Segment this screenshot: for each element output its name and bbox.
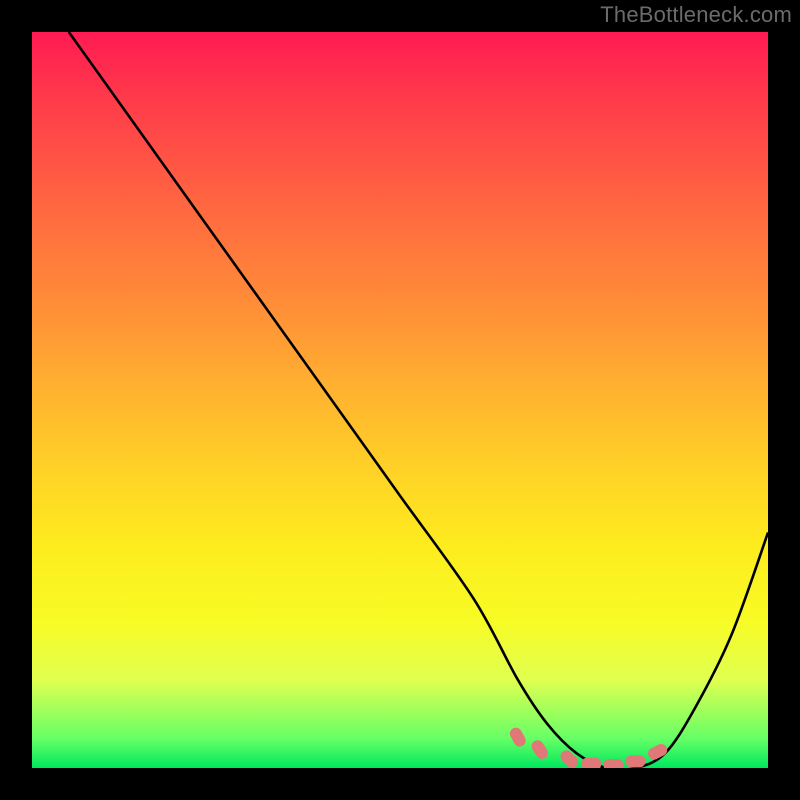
plot-area [32, 32, 768, 768]
marker-group [508, 725, 669, 768]
chart-frame: TheBottleneck.com [0, 0, 800, 800]
attribution-label: TheBottleneck.com [600, 2, 792, 28]
optimal-marker [529, 738, 550, 761]
bottleneck-curve [69, 32, 768, 768]
optimal-marker [508, 725, 528, 748]
optimal-marker [558, 748, 581, 768]
optimal-marker [581, 758, 601, 768]
curve-layer [32, 32, 768, 768]
optimal-marker [626, 755, 646, 767]
optimal-marker [603, 759, 623, 768]
